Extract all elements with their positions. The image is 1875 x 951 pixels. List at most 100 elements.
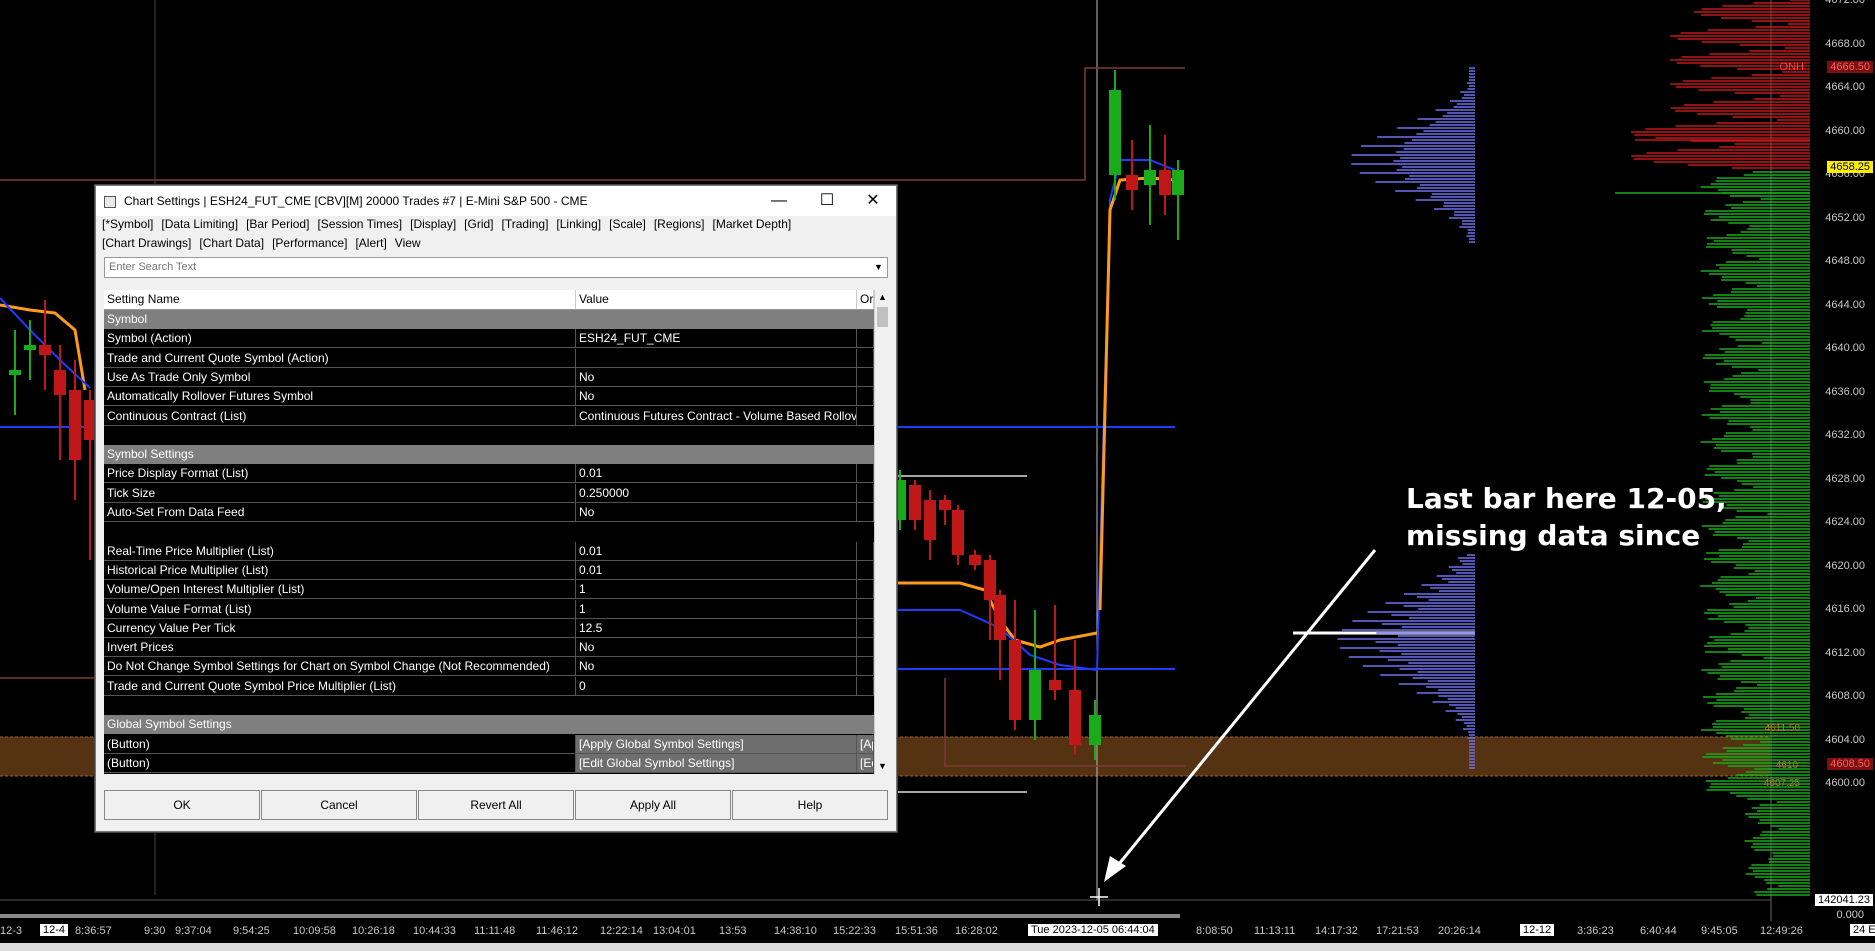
table-row[interactable]: Automatically Rollover Futures Symbol No bbox=[104, 387, 874, 407]
setting-value-cell[interactable]: No bbox=[576, 638, 857, 658]
close-button[interactable]: ✕ bbox=[850, 186, 896, 216]
time-axis[interactable]: 12-3 12-4 8:36:57 9:30 9:37:04 9:54:25 10:09:5… bbox=[0, 921, 1875, 943]
table-row[interactable]: Invert Prices No bbox=[104, 638, 874, 658]
setting-value-cell[interactable]: [Edit Global Symbol Settings] bbox=[576, 753, 857, 773]
table-row[interactable]: Price Display Format (List) 0.01 bbox=[104, 464, 874, 484]
setting-value-cell[interactable]: 12.5 bbox=[576, 618, 857, 638]
setting-other-cell[interactable] bbox=[857, 541, 874, 561]
settings-tab-2-4[interactable]: View bbox=[395, 236, 421, 250]
column-header-value[interactable]: Value bbox=[576, 290, 857, 309]
table-row[interactable]: Auto-Set From Data Feed No bbox=[104, 503, 874, 522]
setting-other-cell[interactable] bbox=[857, 638, 874, 658]
setting-other-cell[interactable] bbox=[857, 560, 874, 580]
table-row[interactable]: Volume Value Format (List) 1 bbox=[104, 599, 874, 619]
revert-all-button[interactable]: Revert All bbox=[418, 790, 574, 820]
setting-other-cell[interactable] bbox=[857, 618, 874, 638]
table-row[interactable]: Volume/Open Interest Multiplier (List) 1 bbox=[104, 580, 874, 600]
candle-body bbox=[39, 345, 51, 355]
table-row[interactable]: Symbol (Action) ESH24_FUT_CME bbox=[104, 329, 874, 349]
table-row[interactable]: Trade and Current Quote Symbol Price Mul… bbox=[104, 676, 874, 696]
table-row[interactable]: Tick Size 0.250000 bbox=[104, 483, 874, 503]
setting-name-cell: Currency Value Per Tick bbox=[104, 618, 576, 638]
setting-other-cell[interactable] bbox=[857, 503, 874, 522]
table-row[interactable]: Historical Price Multiplier (List) 0.01 bbox=[104, 560, 874, 580]
settings-tab-1-8[interactable]: [Scale] bbox=[609, 217, 646, 231]
ok-button[interactable]: OK bbox=[104, 790, 260, 820]
maximize-button[interactable]: ☐ bbox=[804, 186, 850, 216]
setting-other-cell[interactable] bbox=[857, 676, 874, 696]
setting-value-cell[interactable]: No bbox=[576, 657, 857, 677]
settings-tab-2-2[interactable]: [Performance] bbox=[272, 236, 347, 250]
settings-tab-2-1[interactable]: [Chart Data] bbox=[199, 236, 264, 250]
setting-value-cell[interactable]: Continuous Futures Contract - Volume Bas… bbox=[576, 406, 857, 426]
settings-tab-2-0[interactable]: [Chart Drawings] bbox=[102, 236, 191, 250]
column-header-setting-name[interactable]: Setting Name bbox=[104, 290, 576, 309]
setting-other-cell[interactable] bbox=[857, 580, 874, 600]
settings-tab-1-6[interactable]: [Trading] bbox=[502, 217, 549, 231]
table-row[interactable]: Use As Trade Only Symbol No bbox=[104, 367, 874, 387]
setting-value-cell[interactable]: 0.01 bbox=[576, 464, 857, 484]
grid-scrollbar[interactable]: ▲ ▼ bbox=[874, 290, 890, 774]
setting-other-cell[interactable] bbox=[857, 387, 874, 407]
price-tick-label: 4620.00 bbox=[1825, 559, 1865, 572]
cancel-button[interactable]: Cancel bbox=[261, 790, 417, 820]
settings-tab-1-4[interactable]: [Display] bbox=[410, 217, 456, 231]
candle-body bbox=[9, 370, 21, 375]
setting-value-cell[interactable]: 1 bbox=[576, 580, 857, 600]
setting-other-cell[interactable] bbox=[857, 367, 874, 387]
setting-other-cell[interactable] bbox=[857, 464, 874, 484]
setting-value-cell[interactable]: ESH24_FUT_CME bbox=[576, 329, 857, 349]
time-tick-label: 24 E bbox=[1850, 924, 1875, 936]
setting-other-cell[interactable] bbox=[857, 329, 874, 349]
setting-value-cell[interactable]: [Apply Global Symbol Settings] bbox=[576, 734, 857, 754]
candle-body bbox=[924, 500, 936, 540]
time-tick-label: Tue 2023-12-05 06:44:04 bbox=[1028, 924, 1158, 936]
help-button[interactable]: Help bbox=[732, 790, 888, 820]
dialog-title: Chart Settings | ESH24_FUT_CME [CBV][M] … bbox=[124, 194, 588, 208]
setting-other-cell[interactable] bbox=[857, 348, 874, 368]
search-box[interactable]: ▼ bbox=[104, 257, 888, 278]
setting-value-cell[interactable]: No bbox=[576, 503, 857, 522]
settings-tab-1-0[interactable]: [*Symbol] bbox=[102, 217, 153, 231]
settings-tab-1-3[interactable]: [Session Times] bbox=[317, 217, 402, 231]
settings-tab-1-9[interactable]: [Regions] bbox=[654, 217, 705, 231]
setting-other-cell[interactable] bbox=[857, 599, 874, 619]
search-dropdown-icon[interactable]: ▼ bbox=[871, 259, 886, 276]
table-row[interactable]: Currency Value Per Tick 12.5 bbox=[104, 618, 874, 638]
dialog-title-bar[interactable]: Chart Settings | ESH24_FUT_CME [CBV][M] … bbox=[96, 186, 896, 216]
settings-tab-2-3[interactable]: [Alert] bbox=[355, 236, 386, 250]
setting-other-cell[interactable] bbox=[857, 483, 874, 503]
search-input[interactable] bbox=[105, 258, 853, 275]
setting-other-cell[interactable]: [Ap bbox=[857, 734, 874, 754]
apply-all-button[interactable]: Apply All bbox=[575, 790, 731, 820]
scroll-thumb[interactable] bbox=[877, 307, 888, 327]
scroll-up-icon[interactable]: ▲ bbox=[875, 290, 890, 305]
setting-other-cell[interactable] bbox=[857, 657, 874, 677]
table-row[interactable]: (Button) [Apply Global Symbol Settings] [A… bbox=[104, 734, 874, 754]
setting-value-cell[interactable]: No bbox=[576, 387, 857, 407]
table-row[interactable]: Real-Time Price Multiplier (List) 0.01 bbox=[104, 541, 874, 561]
setting-other-cell[interactable]: [Ed bbox=[857, 753, 874, 773]
settings-tab-1-1[interactable]: [Data Limiting] bbox=[161, 217, 238, 231]
horizontal-scrollbar[interactable] bbox=[0, 943, 1875, 951]
setting-value-cell[interactable]: 0.01 bbox=[576, 560, 857, 580]
table-row[interactable]: (Button)[Edit Global Symbol Settings][Ed bbox=[104, 753, 874, 773]
scroll-down-icon[interactable]: ▼ bbox=[875, 759, 890, 774]
setting-value-cell[interactable]: 0.01 bbox=[576, 541, 857, 561]
setting-value-cell[interactable]: 1 bbox=[576, 599, 857, 619]
column-header-other[interactable]: Or bbox=[857, 290, 874, 309]
settings-tab-1-7[interactable]: [Linking] bbox=[556, 217, 601, 231]
settings-tab-1-5[interactable]: [Grid] bbox=[464, 217, 493, 231]
table-row[interactable]: Continuous Contract (List) Continuous Fut… bbox=[104, 406, 874, 426]
table-row[interactable]: Trade and Current Quote Symbol (Action) bbox=[104, 348, 874, 368]
setting-other-cell[interactable] bbox=[857, 406, 874, 426]
settings-tab-1-10[interactable]: [Market Depth] bbox=[713, 217, 792, 231]
settings-tab-1-2[interactable]: [Bar Period] bbox=[246, 217, 309, 231]
setting-value-cell[interactable]: 0.250000 bbox=[576, 483, 857, 503]
setting-name-cell: Use As Trade Only Symbol bbox=[104, 367, 576, 387]
setting-value-cell[interactable]: 0 bbox=[576, 676, 857, 696]
table-row[interactable]: Do Not Change Symbol Settings for Chart … bbox=[104, 657, 874, 677]
setting-value-cell[interactable] bbox=[576, 348, 857, 368]
setting-value-cell[interactable]: No bbox=[576, 367, 857, 387]
minimize-button[interactable]: — bbox=[756, 186, 802, 216]
